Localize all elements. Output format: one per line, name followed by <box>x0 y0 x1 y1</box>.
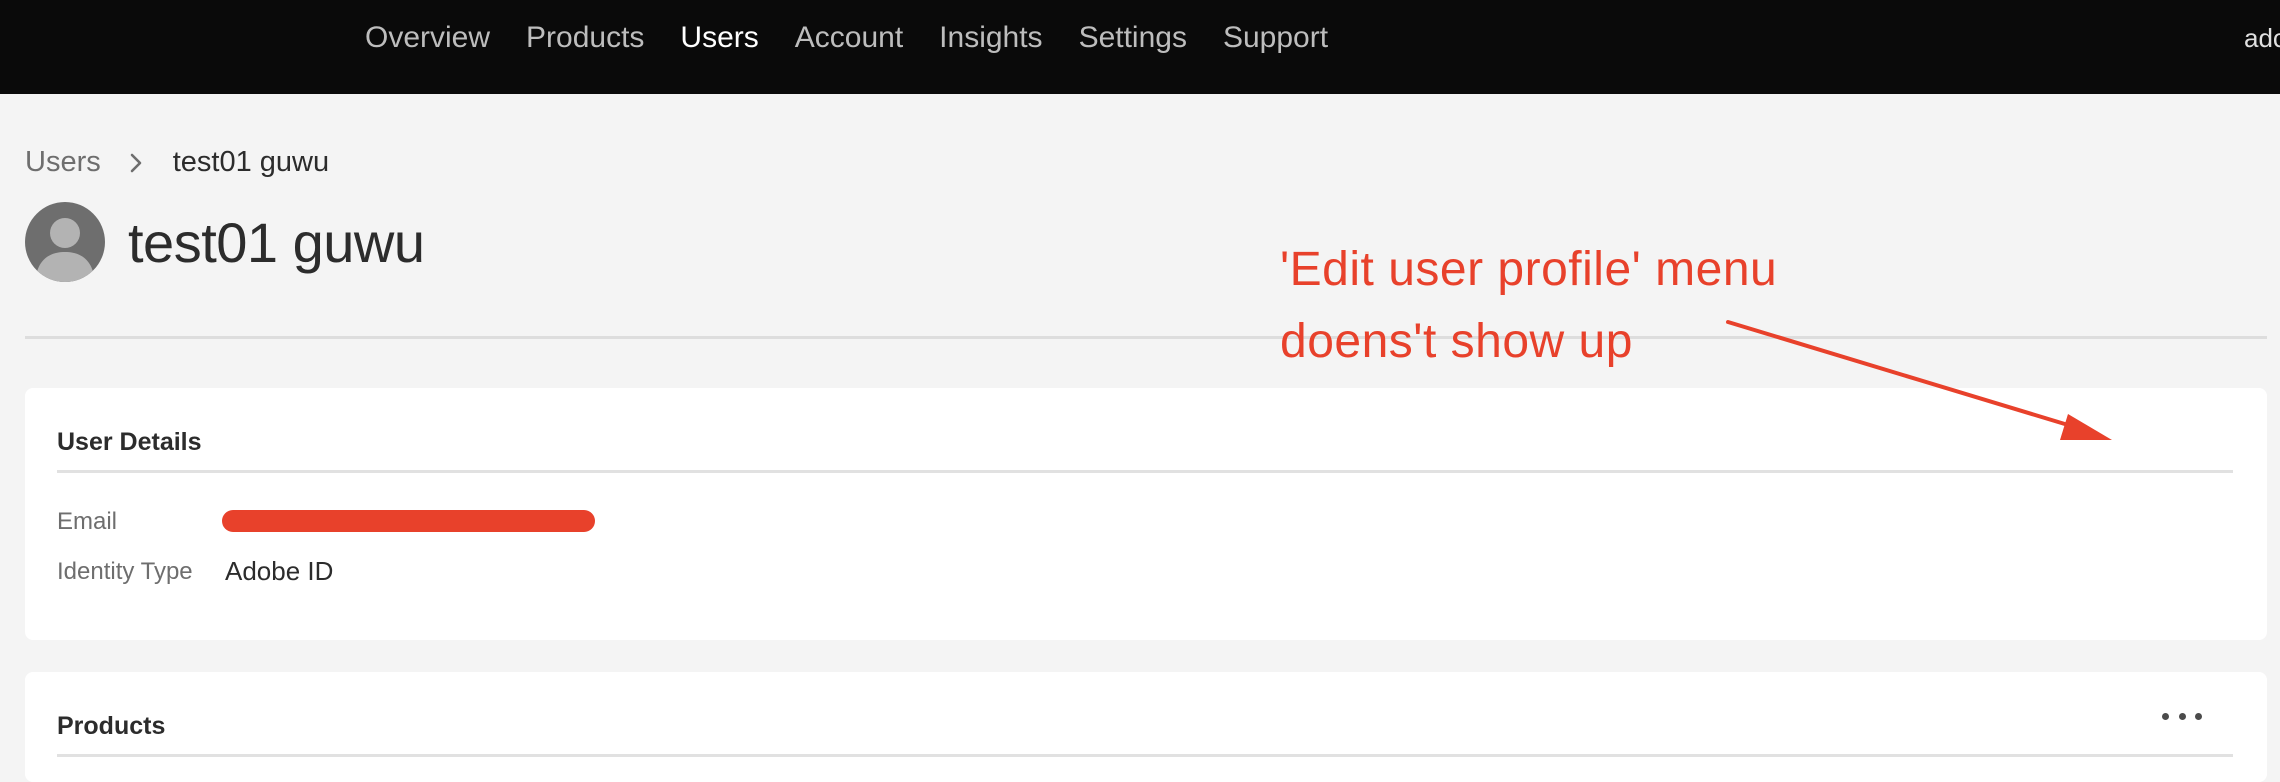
nav-item-users[interactable]: Users <box>680 21 758 55</box>
products-card: Products <box>25 672 2267 782</box>
identity-type-label: Identity Type <box>57 558 193 585</box>
org-switcher-label[interactable]: adc <box>2244 0 2280 76</box>
email-label: Email <box>57 508 118 535</box>
nav-item-products[interactable]: Products <box>526 21 644 55</box>
nav-item-support[interactable]: Support <box>1223 21 1328 55</box>
nav-item-overview[interactable]: Overview <box>365 21 490 55</box>
user-details-card: User Details Email Identity Type Adobe I… <box>25 388 2267 640</box>
card-divider <box>57 754 2233 757</box>
divider <box>25 336 2267 339</box>
breadcrumb-current: test01 guwu <box>172 146 330 178</box>
nav-item-insights[interactable]: Insights <box>939 21 1042 55</box>
nav-item-account[interactable]: Account <box>795 21 903 55</box>
user-avatar-icon <box>25 202 105 282</box>
card-divider <box>57 470 2233 473</box>
products-heading: Products <box>57 712 166 740</box>
annotation-line-1: 'Edit user profile' menu <box>1280 243 1778 296</box>
breadcrumb: Users test01 guwu <box>25 146 329 179</box>
page-title: test01 guwu <box>128 211 425 274</box>
annotation-arrow <box>1726 320 2112 440</box>
user-details-heading: User Details <box>57 428 202 456</box>
nav-links: Overview Products Users Account Insights… <box>365 0 1364 76</box>
more-options-icon[interactable] <box>2162 708 2202 724</box>
annotation-text: 'Edit user profile' menu doens't show up <box>1280 234 1777 378</box>
nav-item-settings[interactable]: Settings <box>1079 21 1187 55</box>
identity-type-value: Adobe ID <box>225 556 334 586</box>
redacted-email-mark <box>222 510 595 532</box>
top-navigation-bar: Overview Products Users Account Insights… <box>0 0 2280 94</box>
annotation-line-2: doens't show up <box>1280 315 1633 368</box>
breadcrumb-users-link[interactable]: Users <box>25 146 101 179</box>
chevron-right-icon <box>121 148 151 178</box>
